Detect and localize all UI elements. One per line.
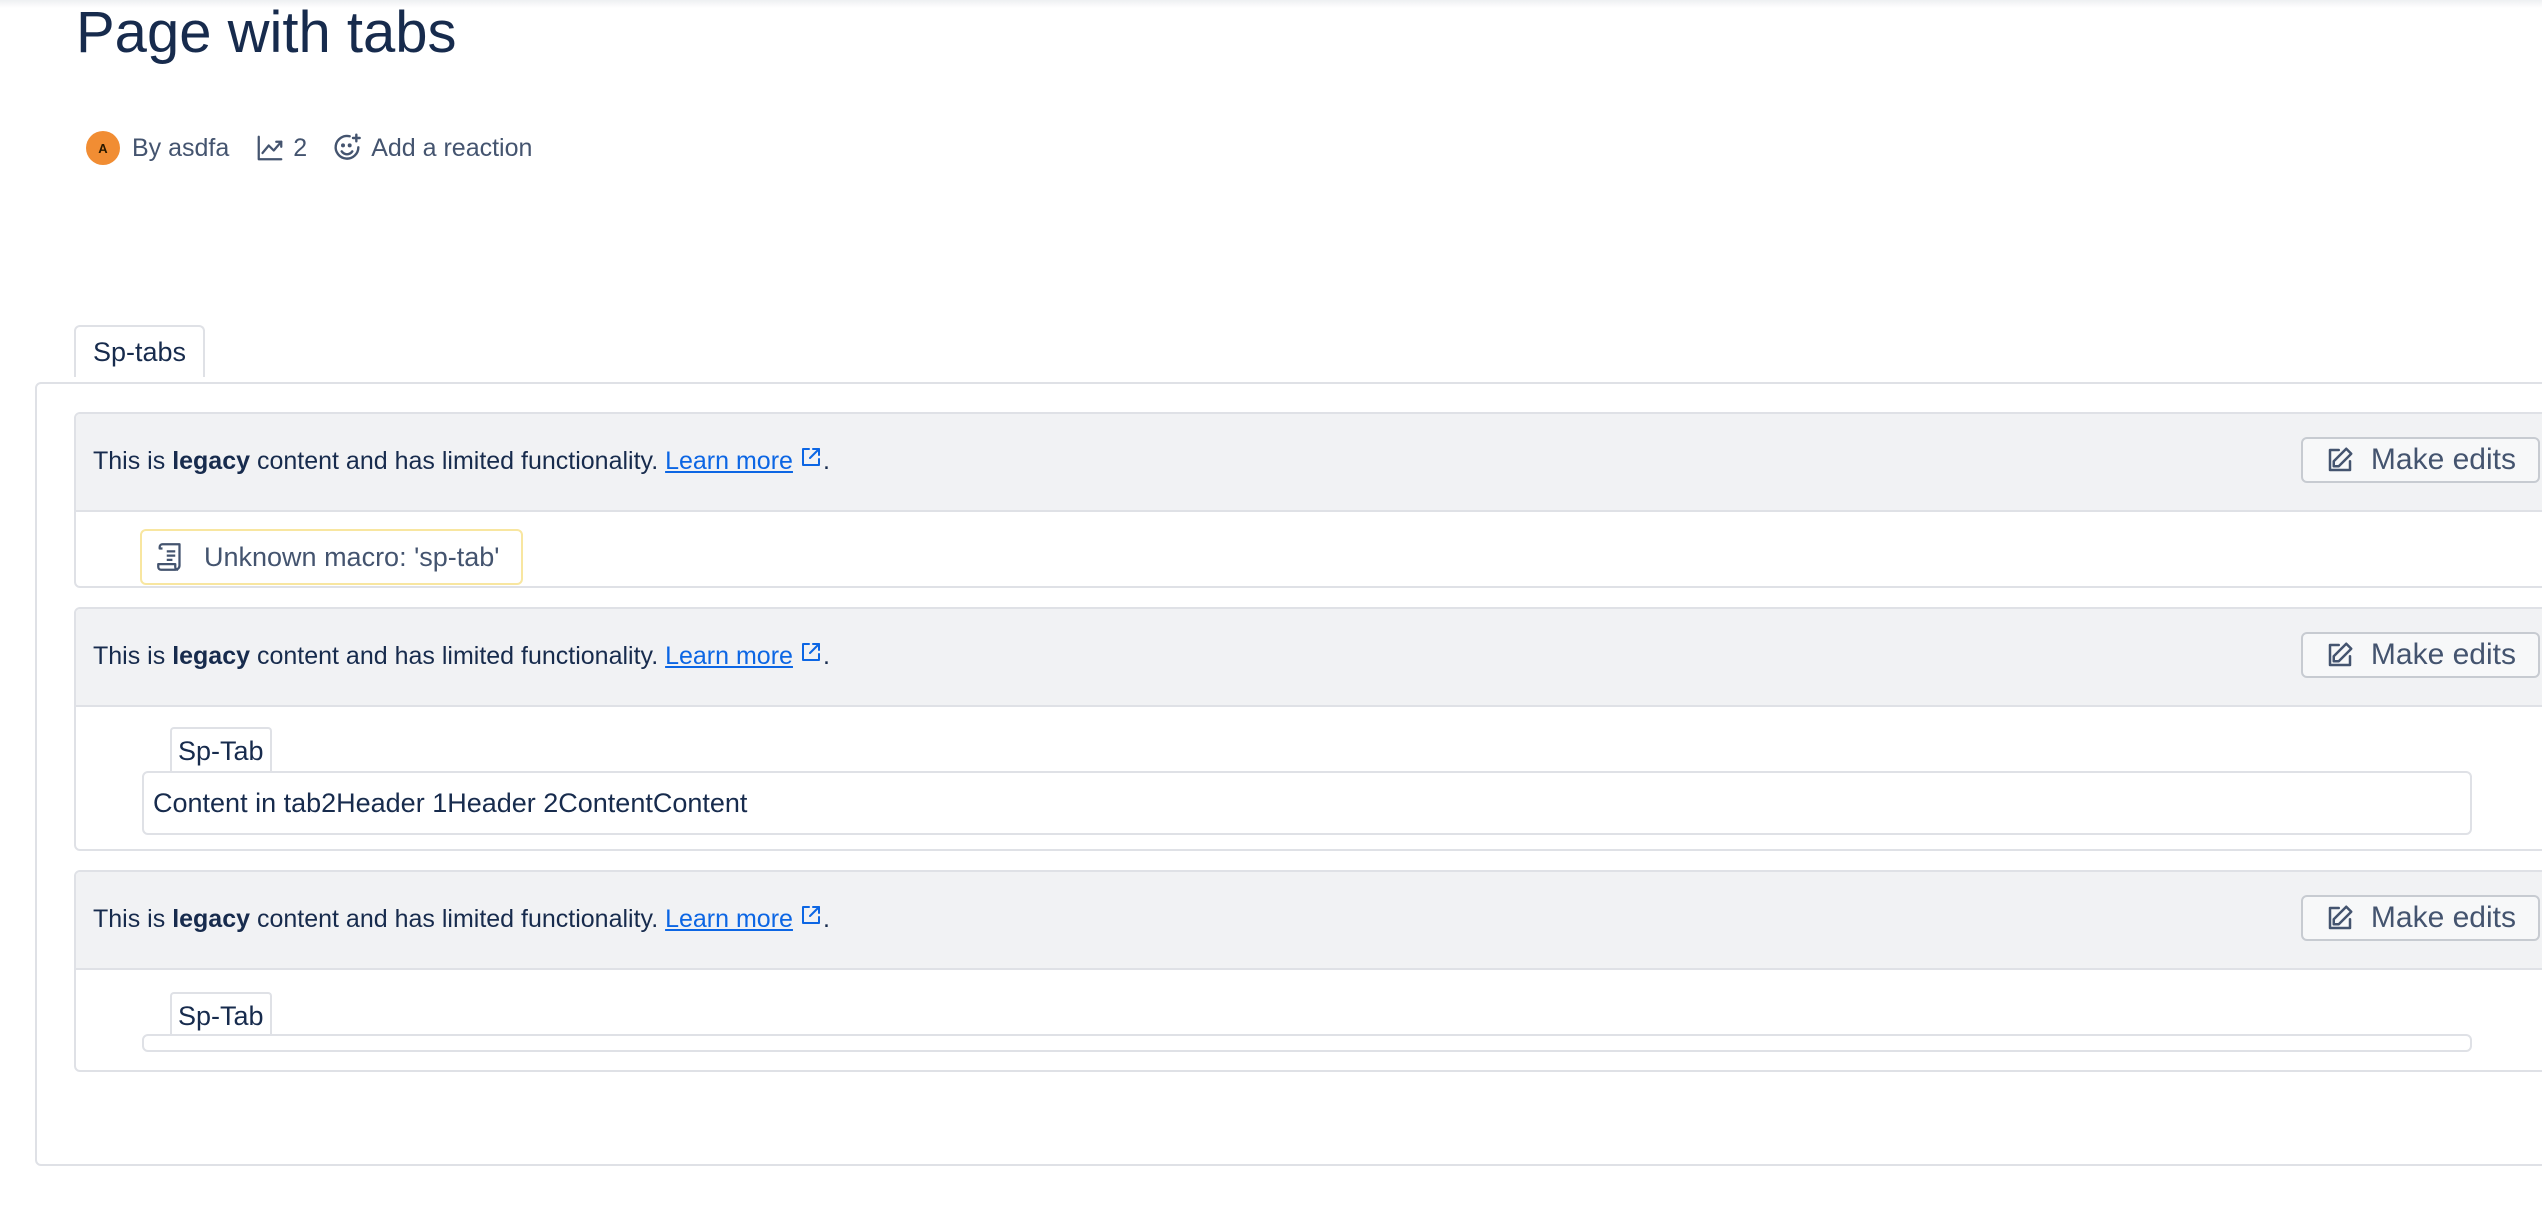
page-title: Page with tabs: [76, 0, 457, 65]
legacy-block-3: This is legacy content and has limited f…: [74, 870, 2542, 1072]
unknown-macro-badge: Unknown macro: 'sp-tab': [140, 529, 524, 585]
sp-tab-content: Content in tab2Header 1Header 2ContentCo…: [142, 771, 2472, 835]
reaction-icon: [331, 132, 363, 164]
learn-more-link[interactable]: Learn more: [665, 905, 793, 933]
legacy-notice: This is legacy content and has limited f…: [93, 640, 830, 675]
edit-icon: [2328, 447, 2353, 472]
legacy-header: This is legacy content and has limited f…: [76, 609, 2542, 707]
add-reaction-button[interactable]: Add a reaction: [331, 132, 532, 164]
learn-more-link[interactable]: Learn more: [665, 447, 793, 475]
legacy-notice: This is legacy content and has limited f…: [93, 445, 830, 480]
external-link-icon: [799, 445, 823, 476]
make-edits-button[interactable]: Make edits: [2300, 632, 2540, 678]
legacy-header: This is legacy content and has limited f…: [76, 872, 2542, 970]
edit-icon: [2328, 905, 2353, 930]
learn-more-link[interactable]: Learn more: [665, 642, 793, 670]
add-reaction-label: Add a reaction: [371, 133, 533, 162]
legacy-notice: This is legacy content and has limited f…: [93, 903, 830, 938]
views-icon: [255, 133, 285, 163]
make-edits-button[interactable]: Make edits: [2300, 437, 2540, 483]
scroll-icon: [157, 543, 181, 571]
legacy-header: This is legacy content and has limited f…: [76, 414, 2542, 512]
external-link-icon: [799, 640, 823, 671]
legacy-block-2: This is legacy content and has limited f…: [74, 607, 2542, 851]
avatar[interactable]: A: [86, 131, 120, 165]
edit-icon: [2328, 642, 2353, 667]
sp-tab-label[interactable]: Sp-Tab: [170, 992, 272, 1038]
byline: A By asdfa 2 Add a reaction: [86, 128, 532, 168]
views-count: 2: [293, 133, 308, 162]
sp-tab-content: [142, 1034, 2472, 1052]
sp-tabs-label: Sp-tabs: [74, 325, 206, 377]
sp-tab-label[interactable]: Sp-Tab: [170, 727, 272, 773]
legacy-block-1: This is legacy content and has limited f…: [74, 412, 2542, 588]
views-button[interactable]: 2: [255, 133, 331, 163]
external-link-icon: [799, 903, 823, 934]
author-link[interactable]: By asdfa: [132, 134, 229, 163]
make-edits-button[interactable]: Make edits: [2300, 895, 2540, 941]
